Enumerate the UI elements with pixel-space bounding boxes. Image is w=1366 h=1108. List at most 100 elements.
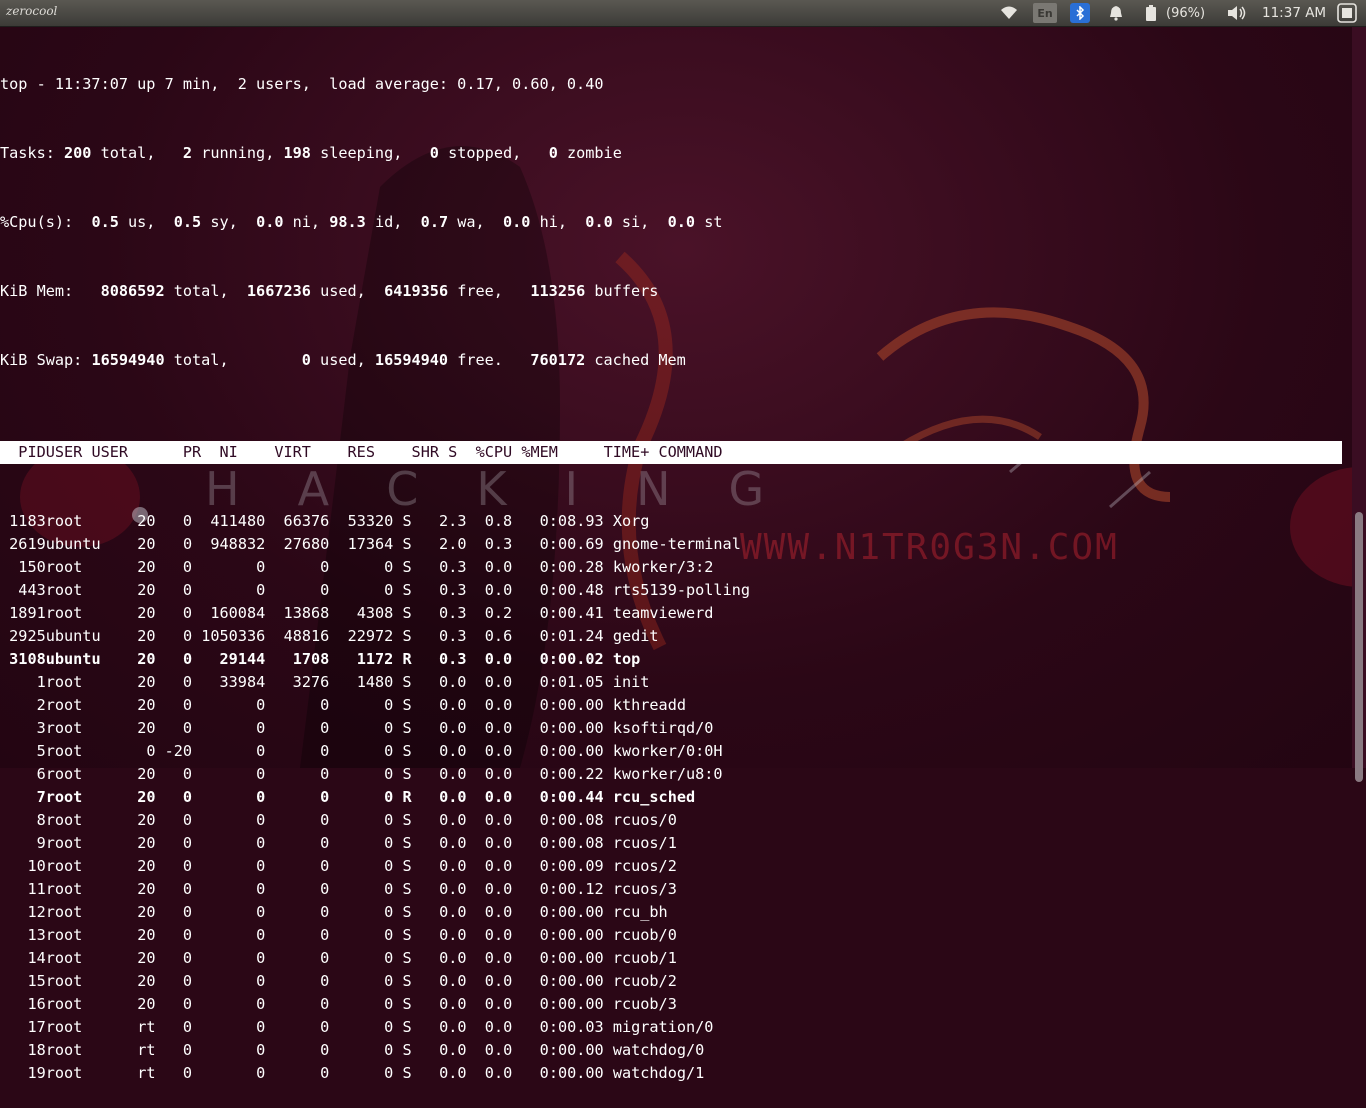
cell-pid: 10 <box>27 857 46 875</box>
bell-icon[interactable] <box>1106 3 1126 23</box>
cell-time: 0:00.00 <box>539 696 604 714</box>
process-row[interactable]: 1root 20 0 33984 3276 1480 S 0.0 0.0 0:0… <box>0 671 1352 694</box>
cell-mem: 0.0 <box>484 949 513 967</box>
process-row[interactable]: 19root rt 0 0 0 0 S 0.0 0.0 0:00.00 watc… <box>0 1062 1352 1085</box>
cell-shr: 0 <box>384 558 394 576</box>
power-icon[interactable] <box>1336 3 1358 23</box>
cell-shr: 0 <box>384 719 394 737</box>
summary-label: %Cpu(s): <box>0 213 92 231</box>
cell-pid: 3108 <box>9 650 46 668</box>
cell-cmd: gnome-terminal <box>612 535 741 553</box>
cell-mem: 0.0 <box>484 650 513 668</box>
cell-cpu: 0.0 <box>439 1041 467 1059</box>
process-row[interactable]: 14root 20 0 0 0 0 S 0.0 0.0 0:00.00 rcuo… <box>0 947 1352 970</box>
top-mem-line: KiB Mem: 8086592 total, 1667236 used, 64… <box>0 280 1352 303</box>
cell-mem: 0.0 <box>484 742 513 760</box>
process-row[interactable]: 18root rt 0 0 0 0 S 0.0 0.0 0:00.00 watc… <box>0 1039 1352 1062</box>
process-row[interactable]: 9root 20 0 0 0 0 S 0.0 0.0 0:00.08 rcuos… <box>0 832 1352 855</box>
cell-shr: 0 <box>384 1064 394 1082</box>
summary-value: 760172 <box>530 351 586 369</box>
cell-s: S <box>402 535 412 553</box>
cell-mem: 0.0 <box>484 972 513 990</box>
process-row[interactable]: 5root 0 -20 0 0 0 S 0.0 0.0 0:00.00 kwor… <box>0 740 1352 763</box>
process-row[interactable]: 443root 20 0 0 0 0 S 0.3 0.0 0:00.48 rts… <box>0 579 1352 602</box>
cell-res: 0 <box>320 949 330 967</box>
process-row[interactable]: 13root 20 0 0 0 0 S 0.0 0.0 0:00.00 rcuo… <box>0 924 1352 947</box>
process-row[interactable]: 2root 20 0 0 0 0 S 0.0 0.0 0:00.00 kthre… <box>0 694 1352 717</box>
process-row[interactable]: 1891root 20 0 160084 13868 4308 S 0.3 0.… <box>0 602 1352 625</box>
cell-time: 0:00.69 <box>539 535 604 553</box>
summary-label: stopped, <box>438 144 549 162</box>
process-row[interactable]: 8root 20 0 0 0 0 S 0.0 0.0 0:00.08 rcuos… <box>0 809 1352 832</box>
cell-pid: 2 <box>36 696 46 714</box>
cell-virt: 411480 <box>210 512 266 530</box>
cell-cpu: 0.3 <box>439 581 467 599</box>
process-row[interactable]: 15root 20 0 0 0 0 S 0.0 0.0 0:00.00 rcuo… <box>0 970 1352 993</box>
cell-virt: 0 <box>256 972 266 990</box>
summary-value: 113256 <box>530 282 586 300</box>
cell-cmd: watchdog/0 <box>612 1041 705 1059</box>
cell-virt: 0 <box>256 558 266 576</box>
cell-pr: 20 <box>137 696 156 714</box>
terminal-scrollbar[interactable] <box>1352 27 1366 782</box>
cell-virt: 160084 <box>210 604 266 622</box>
cell-pr: 20 <box>137 880 156 898</box>
top-swap-line: KiB Swap: 16594940 total, 0 used, 165949… <box>0 349 1352 372</box>
cell-cpu: 0.0 <box>439 834 467 852</box>
cell-pr: 20 <box>137 627 156 645</box>
keyboard-layout-indicator[interactable]: En <box>1033 3 1057 23</box>
cell-cmd: rts5139-polling <box>612 581 750 599</box>
process-row[interactable]: 2925ubuntu 20 0 1050336 48816 22972 S 0.… <box>0 625 1352 648</box>
process-row[interactable]: 3108ubuntu 20 0 29144 1708 1172 R 0.3 0.… <box>0 648 1352 671</box>
cell-cmd: rcu_sched <box>612 788 696 806</box>
cell-ni: 0 <box>182 512 193 530</box>
process-row[interactable]: 150root 20 0 0 0 0 S 0.3 0.0 0:00.28 kwo… <box>0 556 1352 579</box>
process-row[interactable]: 12root 20 0 0 0 0 S 0.0 0.0 0:00.00 rcu_… <box>0 901 1352 924</box>
cell-mem: 0.0 <box>484 1041 513 1059</box>
terminal-window[interactable]: top - 11:37:07 up 7 min, 2 users, load a… <box>0 27 1352 1082</box>
cell-pr: 20 <box>137 995 156 1013</box>
process-row[interactable]: 2619ubuntu 20 0 948832 27680 17364 S 2.0… <box>0 533 1352 556</box>
column-header-pid: PID <box>18 443 46 461</box>
cell-time: 0:00.28 <box>539 558 604 576</box>
cell-shr: 0 <box>384 995 394 1013</box>
summary-label: cached Mem <box>585 351 686 369</box>
summary-label: KiB Swap: <box>0 351 92 369</box>
process-row[interactable]: 1183root 20 0 411480 66376 53320 S 2.3 0… <box>0 510 1352 533</box>
cell-pr: 20 <box>137 788 156 806</box>
cell-ni: 0 <box>182 857 193 875</box>
cell-time: 0:00.02 <box>539 650 604 668</box>
volume-icon[interactable] <box>1226 3 1248 23</box>
cell-cmd: kworker/0:0H <box>612 742 723 760</box>
scrollbar-thumb[interactable] <box>1355 512 1363 782</box>
cell-s: S <box>402 995 412 1013</box>
summary-value: 98.3 <box>329 213 366 231</box>
summary-label: us, <box>118 213 174 231</box>
cell-mem: 0.0 <box>484 558 513 576</box>
cell-virt: 0 <box>256 742 266 760</box>
cell-res: 1708 <box>292 650 330 668</box>
process-row[interactable]: 17root rt 0 0 0 0 S 0.0 0.0 0:00.03 migr… <box>0 1016 1352 1039</box>
process-row[interactable]: 10root 20 0 0 0 0 S 0.0 0.0 0:00.09 rcuo… <box>0 855 1352 878</box>
bluetooth-icon[interactable] <box>1070 3 1090 23</box>
wifi-icon[interactable] <box>998 3 1020 23</box>
process-row[interactable]: 3root 20 0 0 0 0 S 0.0 0.0 0:00.00 ksoft… <box>0 717 1352 740</box>
process-row[interactable]: 11root 20 0 0 0 0 S 0.0 0.0 0:00.12 rcuo… <box>0 878 1352 901</box>
process-row[interactable]: 16root 20 0 0 0 0 S 0.0 0.0 0:00.00 rcuo… <box>0 993 1352 1016</box>
cell-ni: 0 <box>182 650 193 668</box>
cell-res: 0 <box>320 558 330 576</box>
cell-s: S <box>402 719 412 737</box>
process-row[interactable]: 6root 20 0 0 0 0 S 0.0 0.0 0:00.22 kwork… <box>0 763 1352 786</box>
battery-icon[interactable] <box>1142 3 1160 23</box>
cell-virt: 33984 <box>219 673 266 691</box>
summary-label: total, <box>164 282 247 300</box>
cell-user: ubuntu <box>45 627 101 645</box>
cell-user: ubuntu <box>45 535 101 553</box>
clock[interactable]: 11:37 AM <box>1262 3 1326 23</box>
cell-s: S <box>402 834 412 852</box>
cell-cpu: 0.3 <box>439 650 467 668</box>
process-row[interactable]: 7root 20 0 0 0 0 R 0.0 0.0 0:00.44 rcu_s… <box>0 786 1352 809</box>
cell-user: root <box>45 949 83 967</box>
cell-pid: 2925 <box>9 627 46 645</box>
summary-value: 16594940 <box>91 351 165 369</box>
